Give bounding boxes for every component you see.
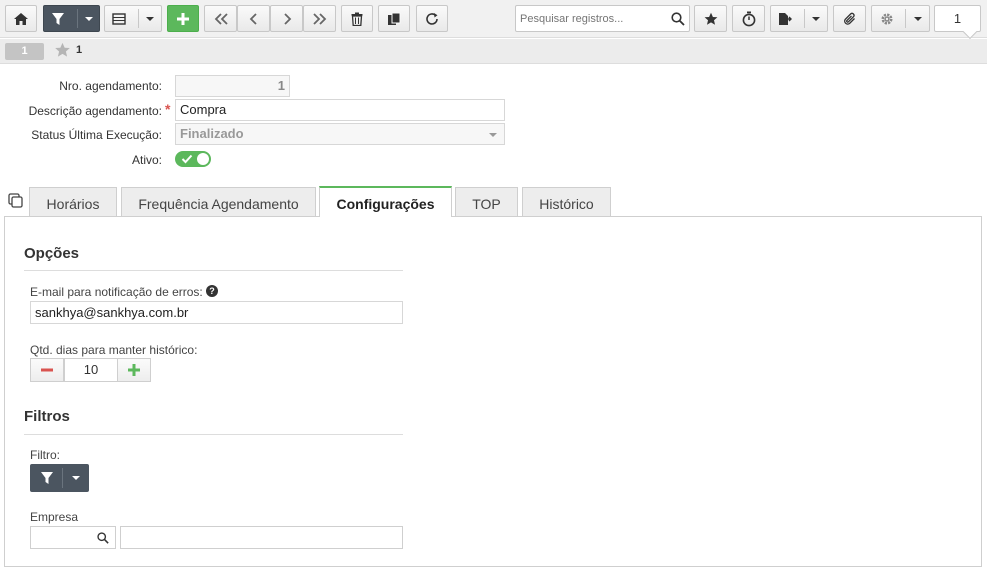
filtros-divider [24, 434, 403, 435]
delete-button[interactable] [341, 5, 373, 32]
active-tab-joint [320, 215, 451, 218]
gear-icon [881, 13, 892, 24]
funnel-icon [51, 12, 64, 25]
empresa-label: Empresa [30, 510, 79, 524]
chevron-down-icon [913, 16, 922, 21]
chevron-down-icon [146, 16, 154, 21]
tab-top[interactable]: TOP [455, 187, 518, 217]
ativo-toggle[interactable] [175, 151, 211, 167]
star-icon [55, 42, 70, 57]
nro-agendamento-field[interactable]: 1 [175, 75, 290, 97]
grid-icon [112, 12, 126, 25]
star-icon [704, 12, 717, 25]
filtro-button[interactable] [30, 464, 89, 492]
record-bar [0, 39, 987, 64]
tab-configuracoes[interactable]: Configurações [319, 186, 452, 217]
attachments-button[interactable] [833, 5, 866, 32]
search-icon[interactable] [97, 532, 109, 544]
plus-icon [177, 12, 189, 25]
paperclip-icon [843, 12, 855, 25]
email-notificacao-field[interactable]: sankhya@sankhya.com.br [30, 301, 403, 324]
double-chevron-right-icon [312, 12, 326, 25]
page-number[interactable]: 1 [934, 5, 981, 32]
qtd-dias-label: Qtd. dias para manter histórico: [30, 343, 198, 357]
chevron-left-icon [249, 12, 257, 25]
favorite-count: 1 [76, 44, 83, 56]
search-input[interactable] [516, 6, 666, 31]
status-ultima-execucao-label: Status Última Execução: [31, 128, 162, 142]
favorites-button[interactable] [694, 5, 727, 32]
status-value: Finalizado [180, 126, 244, 141]
tab-frequencia-agendamento[interactable]: Frequência Agendamento [121, 187, 316, 217]
search-icon[interactable] [671, 12, 685, 26]
last-record-button[interactable] [303, 5, 336, 32]
opcoes-divider [24, 270, 403, 271]
windows-icon[interactable] [8, 193, 24, 209]
grid-view-button[interactable] [104, 5, 162, 32]
stopwatch-icon [742, 11, 755, 26]
qtd-dias-field[interactable]: 10 [64, 358, 118, 382]
empresa-code-field[interactable] [30, 526, 116, 549]
next-record-button[interactable] [270, 5, 303, 32]
filter-menu-button[interactable] [43, 5, 100, 32]
grid-divider [138, 9, 139, 28]
duplicate-button[interactable] [378, 5, 410, 32]
empresa-name-field[interactable] [120, 526, 403, 549]
file-export-icon [779, 12, 792, 25]
export-button[interactable] [770, 5, 828, 32]
chevron-down-icon [72, 476, 80, 480]
refresh-button[interactable] [416, 5, 448, 32]
first-record-button[interactable] [204, 5, 237, 32]
settings-button[interactable] [871, 5, 930, 32]
help-icon[interactable]: ? [206, 285, 218, 297]
chevron-right-icon [283, 12, 291, 25]
home-button[interactable] [5, 5, 37, 32]
increment-button[interactable] [117, 358, 151, 382]
nro-agendamento-label: Nro. agendamento: [59, 79, 162, 93]
chevron-down-icon [812, 16, 820, 21]
add-record-button[interactable] [167, 5, 199, 32]
export-divider [804, 9, 805, 28]
copy-icon [388, 12, 401, 25]
chevron-down-icon [84, 16, 93, 21]
double-chevron-left-icon [214, 12, 228, 25]
settings-divider [905, 9, 906, 28]
filtro-label: Filtro: [30, 448, 60, 462]
descricao-agendamento-label: Descrição agendamento: [28, 104, 162, 118]
previous-record-button[interactable] [237, 5, 270, 32]
required-mark: * [165, 101, 171, 117]
status-ultima-execucao-select[interactable]: Finalizado [175, 123, 505, 145]
opcoes-section-title: Opções [24, 245, 80, 262]
timer-button[interactable] [732, 5, 765, 32]
filter-divider [77, 9, 78, 28]
search-box [515, 5, 690, 32]
check-icon [181, 154, 193, 164]
refresh-icon [426, 12, 438, 25]
tab-historico[interactable]: Histórico [522, 187, 611, 217]
chevron-down-icon [489, 133, 497, 137]
filtro-divider [62, 468, 63, 488]
trash-icon [351, 12, 363, 26]
decrement-button[interactable] [30, 358, 64, 382]
funnel-icon [41, 472, 53, 484]
tab-horarios[interactable]: Horários [29, 187, 117, 217]
configuracoes-panel [4, 216, 982, 567]
plus-icon [128, 364, 140, 376]
email-notificacao-label: E-mail para notificação de erros: [30, 285, 203, 299]
record-badge[interactable]: 1 [5, 43, 44, 60]
minus-icon [41, 368, 53, 372]
home-icon [14, 12, 28, 25]
filtros-section-title: Filtros [24, 408, 70, 425]
ativo-label: Ativo: [131, 153, 162, 167]
toggle-knob [197, 153, 209, 165]
descricao-agendamento-field[interactable]: Compra [175, 99, 505, 121]
